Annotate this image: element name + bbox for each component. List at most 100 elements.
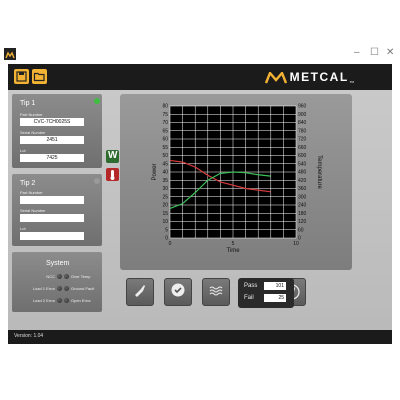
chart-y-left-tick-label: 30 [162, 186, 168, 192]
chart-y-left-tick-label: 75 [162, 112, 168, 118]
tip1-lot-field[interactable]: 7425 [20, 154, 84, 162]
chart-y-left-tick-label: 20 [162, 203, 168, 209]
app-window: – ☐ ✕ METCAL TM Tip 1 Part Number CVC-7C… [0, 0, 400, 400]
chart-y-left-tick-label: 45 [162, 161, 168, 167]
chart-y-right-tick-label: 540 [298, 161, 307, 167]
chart-y-left-tick-label: 25 [162, 194, 168, 200]
main-content: Tip 1 Part Number CVC-7CH0025S Serial Nu… [8, 90, 392, 344]
minimize-button[interactable]: – [354, 46, 360, 60]
save-icon [14, 71, 29, 88]
chart-panel: 0 5 10 15 20 25 30 35 40 45 50 55 60 65 70 75 80 0 60 120 18… [120, 94, 352, 270]
chart-y-left-tick-label: 10 [162, 219, 168, 225]
chart-y-left-tick-label: 55 [162, 145, 168, 151]
chart-y-right-tick-label: 240 [298, 203, 307, 209]
chart-y-right-tick-label: 480 [298, 170, 307, 176]
chart-x-tick-label: 5 [232, 241, 235, 247]
pass-count: 101 [264, 282, 286, 290]
system-ground-fault-led [64, 286, 69, 291]
pass-label: Pass [244, 283, 258, 289]
open-button[interactable] [32, 69, 47, 84]
status-bar: Version: 1.04 [8, 330, 392, 344]
fail-label: Fail [244, 295, 254, 301]
version-label: Version: 1.04 [14, 333, 44, 339]
brand-logo: METCAL TM [264, 70, 354, 84]
system-panel: System NCC Over Temp Load 1 Error Ground… [12, 252, 102, 312]
tip-button[interactable] [126, 278, 154, 306]
system-over-temp-label: Over Temp [71, 274, 91, 279]
chart-y-right-tick-label: 120 [298, 219, 307, 225]
system-open-error-led [64, 298, 69, 303]
tip2-serial-number-field[interactable] [20, 214, 84, 222]
chart-y-left-tick-label: 65 [162, 128, 168, 134]
tip2-serial-number-label: Serial Number [20, 208, 46, 213]
thermometer-icon [106, 168, 119, 181]
folder-icon [32, 71, 47, 88]
fail-count: 25 [264, 294, 286, 302]
side-indicators: W [106, 150, 120, 186]
tip2-part-number-label: Part Number [20, 190, 43, 195]
chart-y-left-tick-label: 50 [162, 153, 168, 159]
chart-y-left-axis-label: Power [152, 163, 158, 180]
chart-y-right-axis-label: Temperature [316, 155, 322, 189]
save-button[interactable] [14, 69, 29, 84]
tip1-panel: Tip 1 Part Number CVC-7CH0025S Serial Nu… [12, 94, 102, 168]
chart-y-right-tick-label: 600 [298, 153, 307, 159]
tip1-part-number-field[interactable]: CVC-7CH0025S [20, 118, 84, 126]
chart-y-right-tick-label: 840 [298, 120, 307, 126]
check-button[interactable] [164, 278, 192, 306]
system-load1-error-led [57, 286, 62, 291]
maximize-button[interactable]: ☐ [370, 46, 379, 60]
chart-y-left-tick-label: 40 [162, 170, 168, 176]
toolbar: METCAL TM [8, 64, 392, 90]
power-w-letter: W [108, 150, 118, 161]
pass-fail-counter: Pass 101 Fail 25 [238, 278, 294, 308]
brand-tm: TM [349, 80, 354, 84]
wave-button[interactable] [202, 278, 230, 306]
chart-y-left-tick-label: 70 [162, 120, 168, 126]
close-button[interactable]: ✕ [386, 46, 394, 60]
check-icon [170, 282, 186, 303]
tip1-lot-label: Lot [20, 148, 26, 153]
app-logo-icon [4, 48, 16, 60]
chart-y-left-tick-label: 15 [162, 211, 168, 217]
system-over-temp-led [64, 274, 69, 279]
system-open-error-label: Open Error [71, 298, 91, 303]
power-w-icon: W [106, 150, 119, 163]
title-bar: – ☐ ✕ [0, 0, 400, 62]
chart-y-right-tick-label: 720 [298, 137, 307, 143]
chart-x-tick-label: 0 [169, 241, 172, 247]
tip1-status-indicator [94, 98, 100, 104]
metcal-m-icon [264, 70, 287, 84]
system-ncc-led [57, 274, 62, 279]
tip2-panel: Tip 2 Part Number Serial Number Lot [12, 174, 102, 246]
chart-y-right-tick-label: 300 [298, 194, 307, 200]
tip1-serial-number-label: Serial Number [20, 130, 46, 135]
system-ncc-label: NCC [46, 274, 55, 279]
system-over-temp: Over Temp [64, 274, 91, 279]
system-load1-error: Load 1 Error [16, 286, 62, 291]
system-title: System [46, 260, 70, 267]
system-load1-error-label: Load 1 Error [32, 286, 55, 291]
chart-y-right-tick-label: 60 [298, 227, 304, 233]
chart-y-right-tick-label: 660 [298, 145, 307, 151]
brand-name: METCAL [289, 70, 349, 84]
chart-x-tick-label: 10 [293, 241, 299, 247]
chart-y-right-tick-label: 180 [298, 211, 307, 217]
system-ncc: NCC [26, 274, 62, 279]
system-open-error: Open Error [64, 298, 91, 303]
chart-y-right-tick-label: 780 [298, 128, 307, 134]
tip-icon [132, 282, 148, 303]
tip1-title: Tip 1 [20, 100, 36, 107]
chart-x-axis-label: Time [226, 248, 240, 254]
chart-y-left-tick-label: 35 [162, 178, 168, 184]
system-ground-fault: Ground Fault [64, 286, 94, 291]
tip2-lot-label: Lot [20, 226, 26, 231]
system-load2-error-label: Load 2 Error [32, 298, 55, 303]
chart-y-right-tick-label: 960 [298, 104, 307, 110]
tip2-lot-field[interactable] [20, 232, 84, 240]
wave-icon [208, 282, 224, 303]
tip1-serial-number-field[interactable]: 2451 [20, 136, 84, 144]
chart-y-left-tick-label: 60 [162, 137, 168, 143]
tip2-part-number-field[interactable] [20, 196, 84, 204]
system-ground-fault-label: Ground Fault [71, 286, 95, 291]
